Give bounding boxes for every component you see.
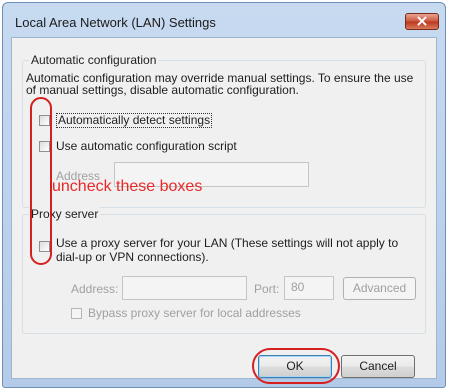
title-bar: Local Area Network (LAN) Settings [3,3,445,37]
bypass-local-checkbox[interactable] [71,308,82,319]
automatic-configuration-label: Automatic configuration [29,53,159,67]
use-proxy-label-line2[interactable]: dial-up or VPN connections). [56,250,209,264]
bypass-local-label[interactable]: Bypass proxy server for local addresses [88,306,301,320]
cancel-button[interactable]: Cancel [341,355,415,378]
close-button[interactable] [405,13,439,30]
dialog-title: Local Area Network (LAN) Settings [15,15,216,30]
close-x-icon [417,16,427,26]
proxy-address-input[interactable] [122,276,247,300]
proxy-address-label: Address: [71,282,119,296]
auto-detect-label[interactable]: Automatically detect settings [56,113,213,128]
use-config-script-label[interactable]: Use automatic configuration script [56,139,237,153]
automatic-configuration-description: Automatic configuration may override man… [26,71,414,97]
annotation-text: uncheck these boxes [52,178,203,195]
port-input[interactable]: 80 [284,276,334,300]
annotation-checkbox-oval [30,97,52,265]
annotation-ok-oval [252,348,340,384]
use-proxy-label-line1[interactable]: Use a proxy server for your LAN (These s… [56,236,398,250]
port-label: Port: [254,282,280,296]
dialog-body: Automatic configuration Automatic config… [11,37,437,379]
advanced-button[interactable]: Advanced [343,277,416,300]
